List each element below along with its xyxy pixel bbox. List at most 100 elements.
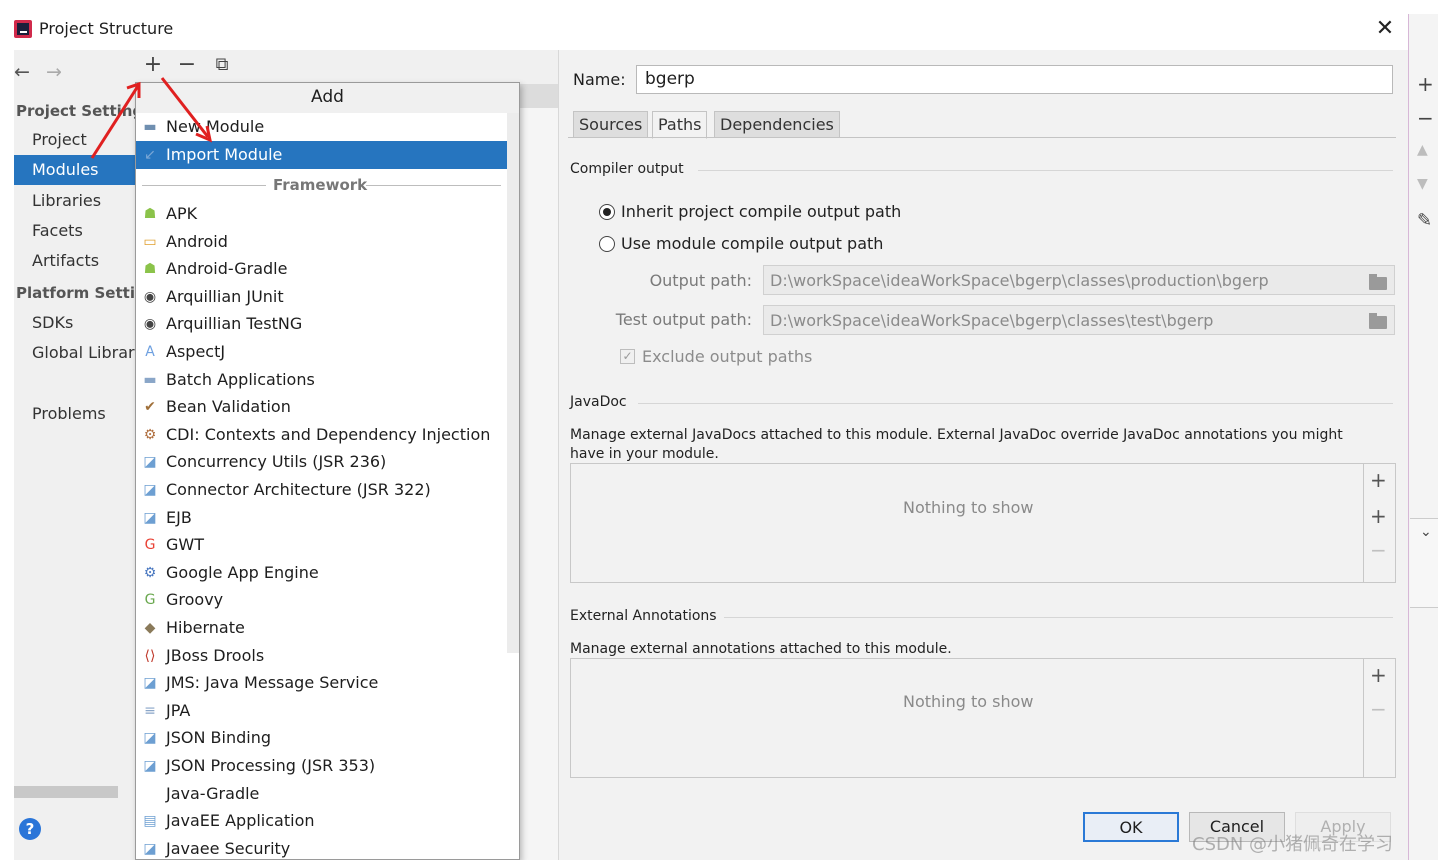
inherit-output-radio[interactable] (599, 204, 615, 220)
exclude-output-checkbox[interactable]: ✓ (620, 349, 635, 364)
popup-item-groovy[interactable]: G Groovy (136, 586, 506, 614)
sidebar-item-sdks[interactable]: SDKs (32, 313, 73, 332)
popup-item-label: EJB (166, 507, 192, 527)
move-up-icon[interactable]: ▲ (1417, 142, 1428, 158)
popup-item-label: Connector Architecture (JSR 322) (166, 480, 431, 499)
popup-item-json-processing-jsr-353-[interactable]: ◪ JSON Processing (JSR 353) (136, 752, 506, 780)
module-tree-toolbar (136, 50, 558, 84)
jee-icon: ◪ (143, 509, 157, 526)
add-url-icon[interactable]: + (1370, 504, 1387, 528)
popup-item-arquillian-testng[interactable]: ◉ Arquillian TestNG (136, 310, 506, 338)
popup-item-aspectj[interactable]: A AspectJ (136, 338, 506, 366)
chevron-down-icon[interactable]: ⌄ (1420, 524, 1432, 540)
popup-item-label: Android-Gradle (166, 259, 288, 279)
tab-dependencies[interactable]: Dependencies (714, 111, 840, 138)
popup-scrollbar[interactable] (507, 113, 519, 653)
sidebar-item-libraries[interactable]: Libraries (32, 191, 101, 210)
javadoc-list[interactable] (570, 463, 1396, 583)
blank-icon (141, 786, 159, 802)
javadoc-toolbar: + + − (1363, 464, 1395, 582)
module-output-radio[interactable] (599, 236, 615, 252)
module-name-input[interactable]: bgerp (636, 65, 1393, 94)
help-icon[interactable]: ? (19, 818, 41, 840)
output-path-field[interactable]: D:\workSpace\ideaWorkSpace\bgerp\classes… (763, 265, 1395, 295)
drools-icon: ⟨⟩ (144, 647, 156, 664)
browse-folder-icon[interactable] (1369, 274, 1387, 290)
inherit-output-label: Inherit project compile output path (621, 202, 902, 221)
popup-item-label: AspectJ (166, 342, 226, 361)
popup-item-android[interactable]: ▭ Android (136, 228, 506, 256)
exclude-output-label: Exclude output paths (642, 347, 813, 366)
popup-item-json-binding[interactable]: ◪ JSON Binding (136, 724, 506, 752)
jee-icon: ◪ (143, 840, 157, 857)
popup-item-android-gradle[interactable]: ☗ Android-Gradle (136, 255, 506, 283)
popup-item-javaee-security[interactable]: ◪ Javaee Security (136, 835, 506, 859)
popup-item-gwt[interactable]: G GWT (136, 531, 506, 559)
popup-item-hibernate[interactable]: ◆ Hibernate (136, 614, 506, 642)
edit-icon[interactable]: ✎ (1417, 210, 1432, 231)
popup-item-connector-architecture-jsr-322-[interactable]: ◪ Connector Architecture (JSR 322) (136, 476, 506, 504)
background-window-toolbar (1408, 14, 1438, 860)
browse-folder-icon[interactable] (1369, 313, 1387, 329)
popup-item-label: Groovy (166, 590, 224, 610)
popup-item-label: Concurrency Utils (JSR 236) (166, 452, 387, 472)
compiler-output-title: Compiler output (570, 161, 684, 177)
popup-item-apk[interactable]: ☗ APK (136, 200, 506, 228)
add-icon[interactable]: + (1370, 468, 1387, 492)
popup-item-java-gradle[interactable]: Java-Gradle (136, 780, 506, 808)
popup-item-import-module[interactable]: ↙ Import Module (136, 141, 518, 169)
popup-item-concurrency-utils-jsr-236-[interactable]: ◪ Concurrency Utils (JSR 236) (136, 448, 506, 476)
output-path-label: Output path: (649, 271, 752, 290)
copy-icon[interactable]: ⧉ (210, 50, 234, 80)
javaee-app-icon: ▤ (143, 813, 157, 830)
hibernate-icon: ◆ (144, 620, 156, 636)
settings-sidebar: ← → Project Settings Project Modules Lib… (14, 50, 165, 860)
ok-button[interactable]: OK (1083, 812, 1179, 842)
sidebar-item-artifacts[interactable]: Artifacts (32, 251, 99, 270)
popup-item-label: Arquillian JUnit (166, 286, 284, 306)
external-annotations-toolbar: + − (1363, 659, 1395, 777)
add-icon[interactable]: + (1417, 72, 1434, 96)
remove-icon[interactable]: − (175, 50, 199, 80)
popup-item-label: Arquillian TestNG (166, 314, 303, 334)
arquillian-icon: ◉ (143, 316, 157, 333)
popup-item-jms-java-message-service[interactable]: ◪ JMS: Java Message Service (136, 669, 506, 697)
tab-paths[interactable]: Paths (652, 111, 708, 139)
popup-item-label: APK (166, 204, 198, 223)
popup-item-ejb[interactable]: ◪ EJB (136, 504, 506, 532)
sidebar-item-project[interactable]: Project (32, 130, 87, 149)
tab-sources[interactable]: Sources (573, 111, 649, 138)
back-arrow-icon[interactable]: ← (14, 61, 30, 83)
jee-icon: ◪ (143, 454, 157, 471)
forward-arrow-icon[interactable]: → (46, 61, 62, 83)
external-annotations-list[interactable] (570, 658, 1396, 778)
move-down-icon[interactable]: ▼ (1417, 176, 1428, 192)
popup-item-label: Java-Gradle (166, 783, 260, 803)
add-icon[interactable]: + (141, 50, 165, 80)
popup-item-bean-validation[interactable]: ✔ Bean Validation (136, 393, 506, 421)
popup-item-google-app-engine[interactable]: ⚙ Google App Engine (136, 559, 506, 587)
popup-item-batch-applications[interactable]: ▬ Batch Applications (136, 366, 506, 394)
sidebar-horizontal-scrollbar[interactable] (14, 786, 118, 798)
popup-item-label: Android (166, 231, 228, 251)
section-divider (638, 403, 1393, 404)
popup-item-jpa[interactable]: ≡ JPA (136, 697, 506, 725)
popup-item-label: Bean Validation (166, 397, 291, 417)
popup-item-javaee-application[interactable]: ▤ JavaEE Application (136, 807, 506, 835)
test-output-path-field[interactable]: D:\workSpace\ideaWorkSpace\bgerp\classes… (763, 305, 1395, 335)
popup-item-arquillian-junit[interactable]: ◉ Arquillian JUnit (136, 283, 506, 311)
remove-icon[interactable]: − (1417, 106, 1434, 130)
test-output-path-label: Test output path: (615, 310, 752, 329)
popup-item-jboss-drools[interactable]: ⟨⟩ JBoss Drools (136, 642, 506, 670)
sidebar-item-problems[interactable]: Problems (32, 404, 106, 423)
remove-icon[interactable]: − (1370, 697, 1387, 721)
popup-item-cdi-contexts-and-dependency-injection[interactable]: ⚙ CDI: Contexts and Dependency Injection (136, 421, 506, 449)
sidebar-item-facets[interactable]: Facets (32, 221, 83, 240)
add-icon[interactable]: + (1370, 663, 1387, 687)
popup-item-new-module[interactable]: ▬ New Module (136, 113, 506, 141)
sidebar-item-modules[interactable]: Modules (14, 155, 136, 185)
close-button[interactable]: ✕ (1372, 16, 1398, 42)
remove-icon[interactable]: − (1370, 538, 1387, 562)
android-icon: ☗ (143, 206, 157, 222)
name-label: Name: (573, 70, 626, 89)
